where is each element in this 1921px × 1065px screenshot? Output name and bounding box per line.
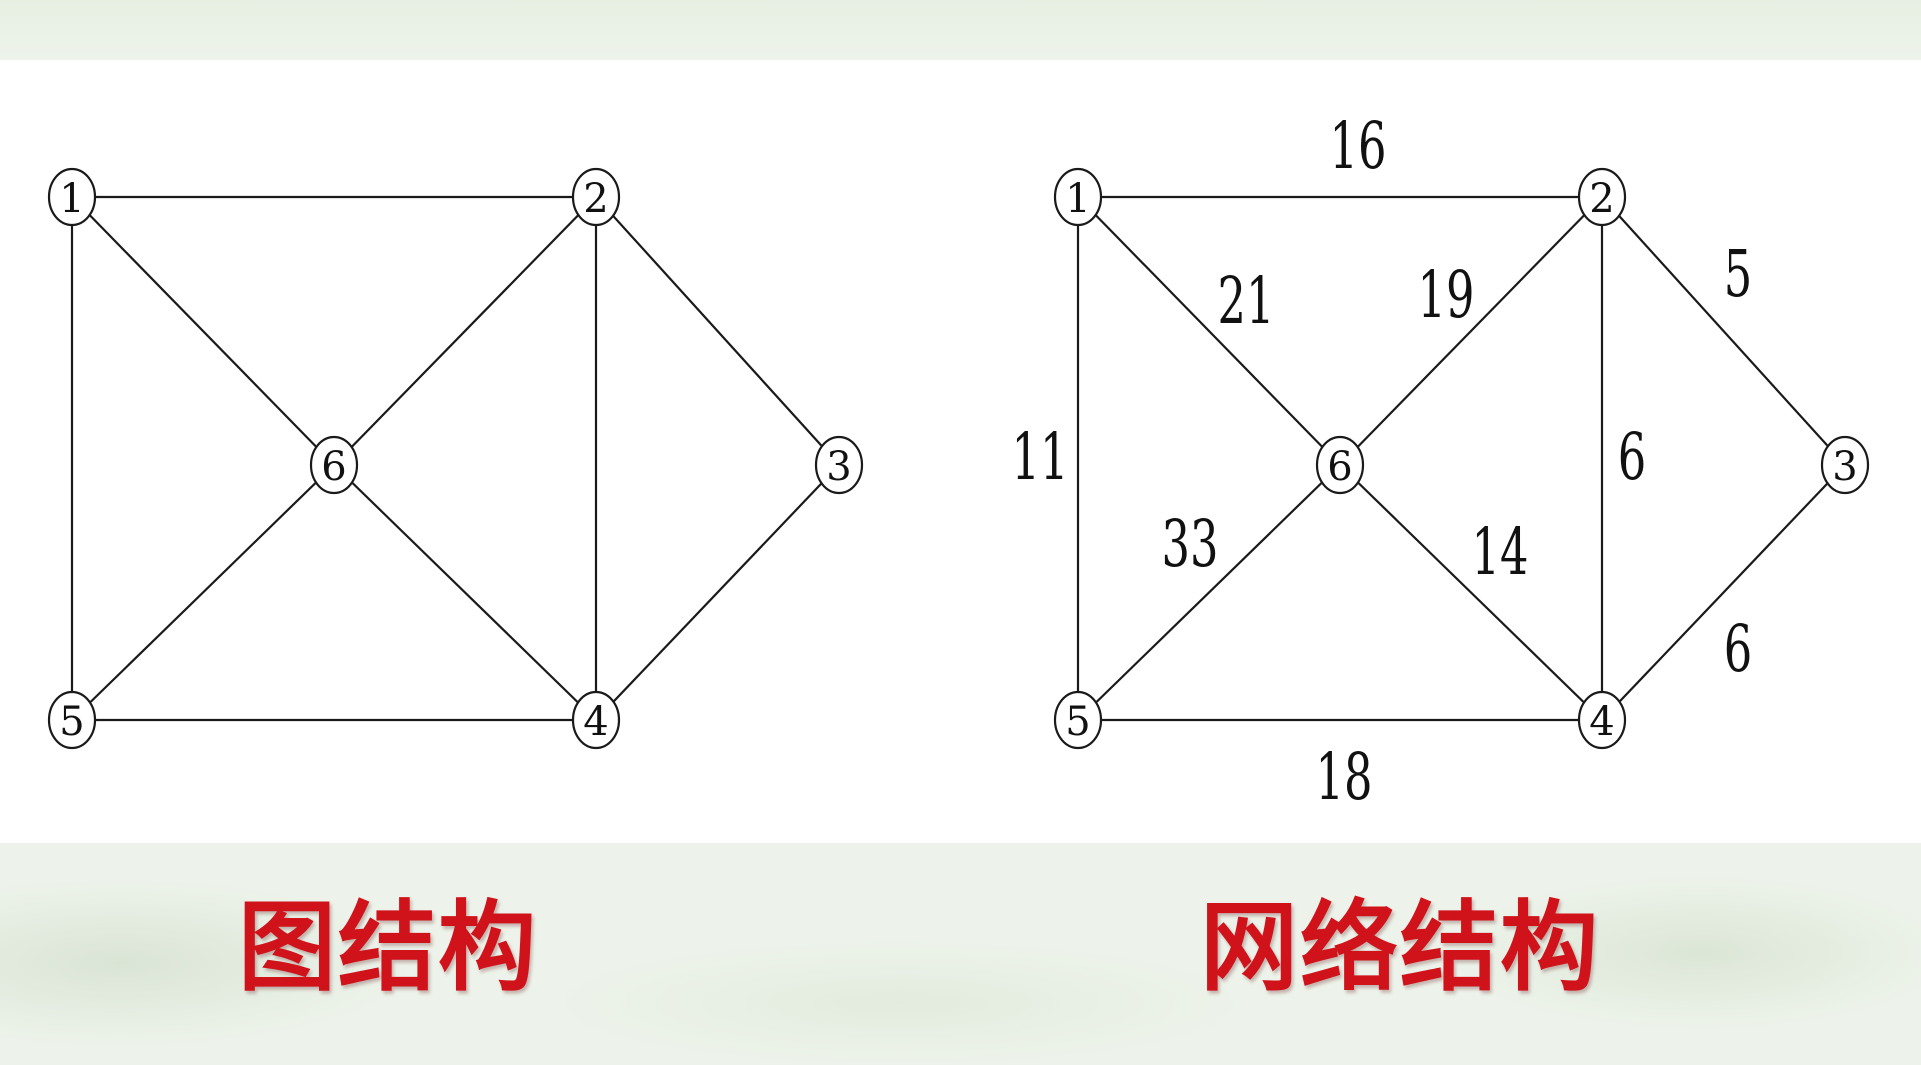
network-edge-weight-4-3: 6 <box>1724 613 1753 687</box>
network-edge-6-4 <box>1339 464 1603 721</box>
network-edge-weight-1-2: 16 <box>1329 110 1386 184</box>
graph-edge-3-4 <box>595 464 840 721</box>
graph-edge-2-6 <box>333 196 597 466</box>
graph-edge-6-4 <box>333 464 597 721</box>
network-edge-weight-1-6: 21 <box>1217 265 1274 339</box>
network-edge-weight-5-6: 33 <box>1161 508 1218 582</box>
network-node-label-3: 3 <box>1832 444 1857 490</box>
graph-node-label-3: 3 <box>826 444 851 490</box>
network-edge-1-6 <box>1077 196 1341 466</box>
network-node-label-5: 5 <box>1065 699 1090 745</box>
graph-node-label-1: 1 <box>59 176 84 222</box>
graph-edge-2-3 <box>595 196 840 466</box>
network-edge-weight-2-4: 6 <box>1618 421 1647 495</box>
network-structure-diagram: 1 2 3 4 5 6 16 21 19 5 11 6 33 14 6 18 <box>1011 110 1870 815</box>
network-node-label-6: 6 <box>1327 444 1352 490</box>
graph-node-label-4: 4 <box>583 699 608 745</box>
network-node-label-2: 2 <box>1589 176 1614 222</box>
network-node-label-1: 1 <box>1065 176 1090 222</box>
network-node-label-4: 4 <box>1589 699 1614 745</box>
network-edge-weight-6-4: 14 <box>1471 516 1528 590</box>
graph-structure-diagram: 1 2 3 4 5 6 <box>47 167 864 750</box>
graph-node-label-6: 6 <box>321 444 346 490</box>
network-edge-weight-2-3: 5 <box>1724 238 1753 312</box>
network-edge-weight-6-2: 19 <box>1417 259 1474 333</box>
graph-edge-5-6 <box>71 464 335 721</box>
network-caption: 网络结构 <box>1200 891 1601 1005</box>
network-edge-weight-5-4: 18 <box>1315 741 1372 815</box>
network-edge-weight-1-5: 11 <box>1011 421 1068 495</box>
graph-node-label-5: 5 <box>59 699 84 745</box>
graph-edge-1-6 <box>71 196 335 466</box>
graph-node-label-2: 2 <box>583 176 608 222</box>
graph-caption: 图结构 <box>238 891 539 1005</box>
network-edge-5-6 <box>1077 464 1341 721</box>
